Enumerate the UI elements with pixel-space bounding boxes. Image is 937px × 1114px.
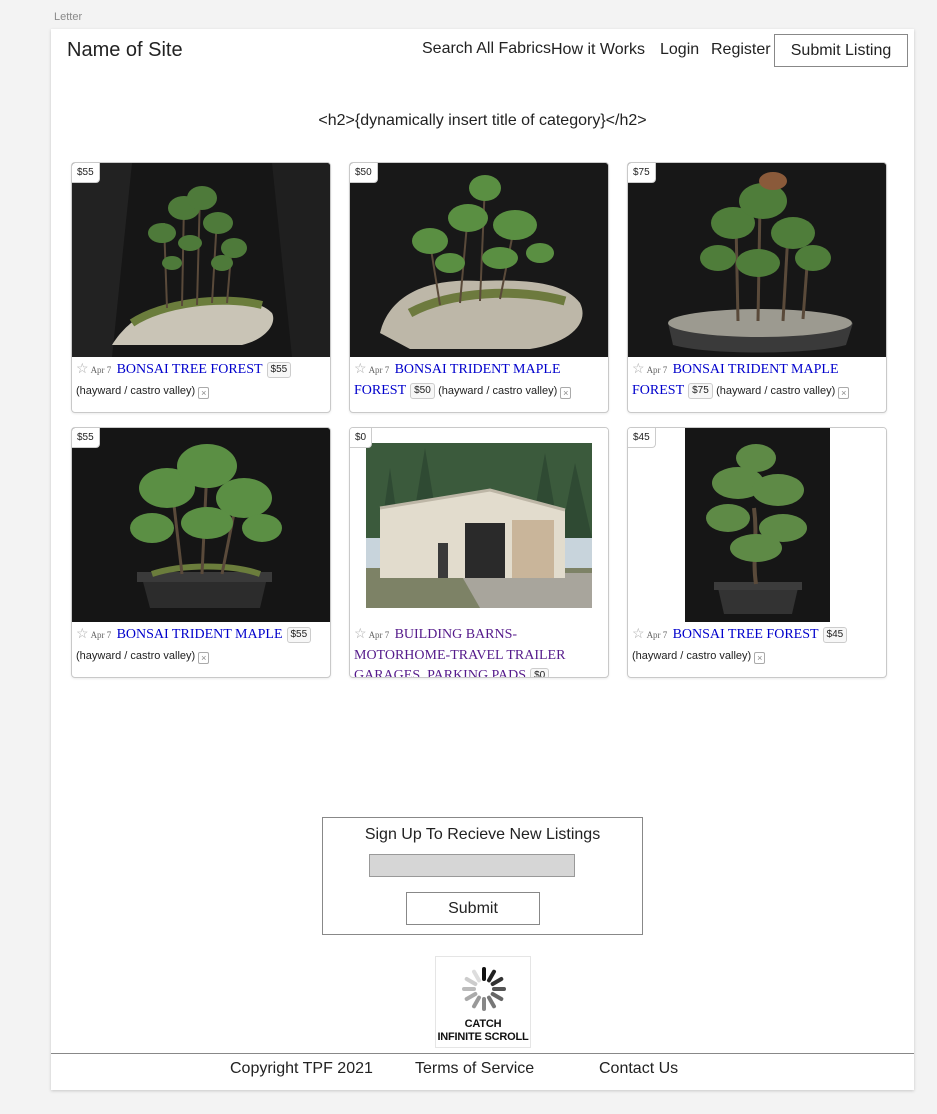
favorite-star-icon[interactable]: ☆ bbox=[76, 362, 89, 377]
listing-price: $55 bbox=[286, 627, 312, 643]
listing-price: $75 bbox=[688, 383, 713, 399]
favorite-star-icon[interactable]: ☆ bbox=[632, 627, 645, 642]
price-badge: $45 bbox=[628, 428, 656, 448]
listing-date: Apr 7 bbox=[646, 630, 668, 640]
listing-card[interactable]: $0 ☆ Apr 7 BUILDING BARNS- MOTORHOME-TRAV… bbox=[349, 427, 609, 678]
submit-listing-button[interactable]: Submit Listing bbox=[774, 34, 908, 67]
favorite-star-icon[interactable]: ☆ bbox=[632, 362, 645, 377]
nav-how-it-works[interactable]: How it Works bbox=[551, 41, 645, 59]
infinite-scroll-line1: CATCH bbox=[464, 1018, 502, 1030]
email-field[interactable] bbox=[369, 854, 575, 877]
listing-date: Apr 7 bbox=[646, 365, 668, 375]
listing-card[interactable]: $45 ☆ Apr 7 BONSAI TREE FOREST $45 (haywar… bbox=[627, 427, 887, 678]
nav-register[interactable]: Register bbox=[711, 41, 771, 59]
favorite-star-icon[interactable]: ☆ bbox=[354, 362, 367, 377]
page: Name of Site Search All Fabrics How it W… bbox=[51, 29, 914, 1090]
listing-card[interactable]: $55 ☆ Apr 7 BONSAI TREE FOREST $55 (haywar… bbox=[71, 162, 331, 413]
favorite-star-icon[interactable]: ☆ bbox=[354, 627, 367, 642]
listing-price: $50 bbox=[410, 383, 435, 399]
nav-login[interactable]: Login bbox=[660, 41, 699, 59]
price-badge: $75 bbox=[628, 163, 656, 183]
price-badge: $55 bbox=[72, 428, 100, 448]
listing-title-link[interactable]: BONSAI TREE FOREST bbox=[673, 627, 819, 642]
footer-divider bbox=[51, 1053, 914, 1054]
footer-contact-link[interactable]: Contact Us bbox=[599, 1060, 678, 1078]
favorite-star-icon[interactable]: ☆ bbox=[76, 627, 89, 642]
hide-listing-icon[interactable]: × bbox=[198, 387, 210, 399]
listing-price: $0 bbox=[530, 668, 550, 677]
price-badge: $0 bbox=[350, 428, 373, 448]
footer-terms-link[interactable]: Terms of Service bbox=[415, 1060, 534, 1078]
signup-heading: Sign Up To Recieve New Listings bbox=[364, 826, 601, 843]
hide-listing-icon[interactable]: × bbox=[560, 387, 572, 399]
listing-card[interactable]: $50 ☆ Apr 7 BONSAI TRIDENT MAPLE FOREST $5… bbox=[349, 162, 609, 413]
listing-date: Apr 7 bbox=[90, 630, 112, 640]
hide-listing-icon[interactable]: × bbox=[754, 652, 766, 664]
listing-card[interactable]: $75 ☆ Apr 7 BONSAI TRIDENT MAPLE FOREST $7… bbox=[627, 162, 887, 413]
price-badge: $50 bbox=[350, 163, 378, 183]
category-title: <h2>{dynamically insert title of categor… bbox=[318, 112, 647, 129]
listing-location: (hayward / castro valley) bbox=[76, 385, 196, 397]
listing-location: (hayward / castro valley) bbox=[716, 385, 836, 397]
listing-price: $45 bbox=[822, 627, 848, 643]
hide-listing-icon[interactable]: × bbox=[198, 652, 210, 664]
artboard-label: Letter bbox=[54, 11, 83, 23]
site-name[interactable]: Name of Site bbox=[67, 39, 183, 62]
listing-date: Apr 7 bbox=[368, 365, 390, 375]
listing-image[interactable]: $55 bbox=[72, 163, 330, 357]
listing-location: (hayward / castro valley) bbox=[632, 650, 752, 662]
listing-date: Apr 7 bbox=[90, 365, 112, 375]
hide-listing-icon[interactable]: × bbox=[838, 387, 850, 399]
listing-date: Apr 7 bbox=[368, 630, 390, 640]
listing-title-link[interactable]: BONSAI TRIDENT MAPLE bbox=[117, 627, 283, 642]
listing-image[interactable]: $0 bbox=[350, 428, 608, 622]
signup-box: Sign Up To Recieve New Listings Submit bbox=[322, 817, 643, 935]
listing-location: (hayward / castro valley) bbox=[438, 385, 558, 397]
loading-spinner-icon bbox=[462, 967, 506, 1011]
signup-submit-button[interactable]: Submit bbox=[406, 892, 540, 925]
listing-price: $55 bbox=[266, 362, 292, 378]
price-badge: $55 bbox=[72, 163, 100, 183]
listing-title-link[interactable]: BONSAI TREE FOREST bbox=[117, 362, 263, 377]
footer-copyright: Copyright TPF 2021 bbox=[230, 1060, 373, 1077]
listing-image[interactable]: $75 bbox=[628, 163, 886, 357]
nav-search-all-fabrics[interactable]: Search All Fabrics bbox=[422, 40, 551, 58]
listing-image[interactable]: $55 bbox=[72, 428, 330, 622]
listing-image[interactable]: $50 bbox=[350, 163, 608, 357]
infinite-scroll-indicator: CATCH INFINITE SCROLL bbox=[435, 956, 531, 1048]
listing-card[interactable]: $55 ☆ Apr 7 BONSAI TRIDENT MAPLE $55 (hayw… bbox=[71, 427, 331, 678]
infinite-scroll-line2: INFINITE SCROLL bbox=[437, 1031, 529, 1043]
listing-location: (hayward / castro valley) bbox=[76, 650, 196, 662]
listing-image[interactable]: $45 bbox=[628, 428, 886, 622]
